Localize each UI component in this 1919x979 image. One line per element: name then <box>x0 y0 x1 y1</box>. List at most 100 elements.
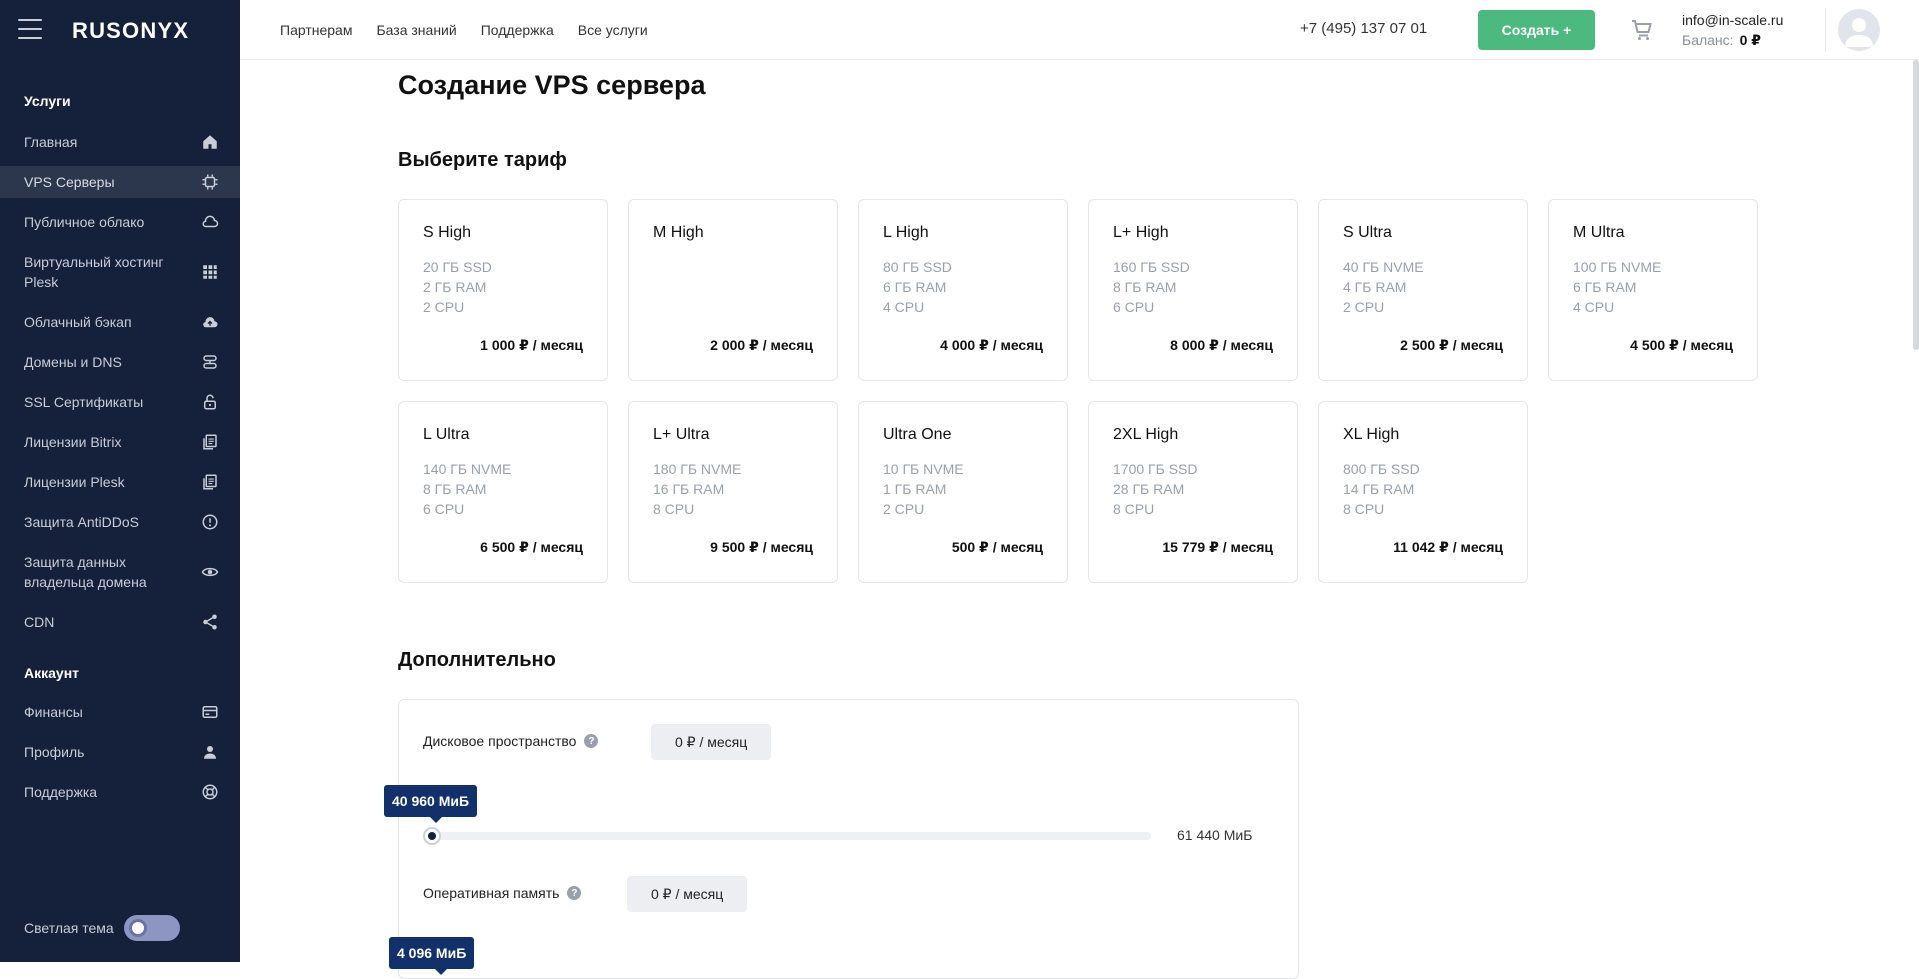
sidebar-item-label: Лицензии Plesk <box>24 474 125 490</box>
phone-number[interactable]: +7 (495) 137 07 01 <box>1300 20 1427 37</box>
tariff-spec-line: 160 ГБ SSD <box>1113 259 1190 275</box>
disk-slider-tooltip: 40 960 МиБ <box>384 785 478 823</box>
nav-all-services[interactable]: Все услуги <box>578 22 648 38</box>
tariff-name: Ultra One <box>883 426 952 443</box>
tariff-spec-line: 1 ГБ RAM <box>883 481 947 497</box>
sidebar-item-public-cloud[interactable]: Публичное облако <box>0 210 240 234</box>
tariff-spec-line: 28 ГБ RAM <box>1113 481 1185 497</box>
sidebar-item-cdn[interactable]: CDN <box>0 610 240 634</box>
extra-options-panel: Дисковое пространство ? 0 ₽ / месяц 40 9… <box>384 699 1299 979</box>
sidebar-item-label: Защита AntiDDoS <box>24 514 139 530</box>
sidebar-item-backup[interactable]: Облачный бэкап <box>0 310 240 334</box>
tariff-card[interactable]: S Ultra 40 ГБ NVME 4 ГБ RAM 2 CPU 2 500 ₽ / … <box>1318 199 1528 381</box>
tariff-spec-line: 180 ГБ NVME <box>653 461 742 477</box>
tariff-price: 4 500 ₽ / месяц <box>1630 337 1733 353</box>
tariff-spec-line: 140 ГБ NVME <box>423 461 512 477</box>
tariff-spec-line: 20 ГБ SSD <box>423 259 492 275</box>
sidebar-item-label: Публичное облако <box>24 214 145 230</box>
tariff-spec-line: 6 ГБ RAM <box>1573 279 1637 295</box>
toggle-knob <box>128 919 147 937</box>
topbar: Партнерам База знаний Поддержка Все услу… <box>240 0 1919 60</box>
sidebar-item-vps[interactable]: VPS Серверы <box>0 166 240 198</box>
sidebar-item-antiddos[interactable]: Защита AntiDDoS <box>0 510 240 534</box>
tariff-spec-line: 4 ГБ RAM <box>1343 279 1407 295</box>
avatar[interactable] <box>1838 9 1880 51</box>
grid-icon <box>200 262 220 282</box>
tariff-price: 2 500 ₽ / месяц <box>1400 337 1503 353</box>
sidebar-item-plesk[interactable]: Лицензии Plesk <box>0 470 240 494</box>
tariff-name: S High <box>423 224 472 241</box>
divider <box>1825 8 1826 52</box>
tariff-price: 2 000 ₽ / месяц <box>710 337 813 353</box>
sidebar-item-label: Главная <box>24 134 78 150</box>
license-icon <box>200 432 220 452</box>
tariff-spec-line: 8 CPU <box>1343 501 1385 517</box>
tariff-specs: 160 ГБ SSD 8 ГБ RAM 6 CPU <box>1113 257 1190 317</box>
chip-icon <box>200 172 220 192</box>
tariff-spec-line: 4 CPU <box>1573 299 1615 315</box>
tariff-specs: 140 ГБ NVME 8 ГБ RAM 6 CPU <box>423 459 511 519</box>
top-nav: Партнерам База знаний Поддержка Все услу… <box>280 0 648 60</box>
menu-icon[interactable] <box>18 19 42 39</box>
balance-label: Баланс: <box>1682 32 1734 48</box>
tariff-price: 500 ₽ / месяц <box>951 539 1043 555</box>
tariff-spec-line: 8 CPU <box>653 501 695 517</box>
tariff-name: M Ultra <box>1573 224 1625 241</box>
sidebar-item-profile[interactable]: Профиль <box>0 740 240 764</box>
help-icon[interactable]: ? <box>584 734 599 748</box>
extra-section-title: Дополнительно <box>398 649 556 671</box>
sidebar-item-bitrix[interactable]: Лицензии Bitrix <box>0 430 240 454</box>
cloud-icon <box>200 212 220 232</box>
sidebar-item-hosting[interactable]: Виртуальный хостинг Plesk <box>0 252 240 292</box>
disk-slider-max: 61 440 МиБ <box>1177 827 1253 843</box>
tariff-card[interactable]: M High 2 000 ₽ / месяц <box>628 199 838 381</box>
tariff-spec-line: 40 ГБ NVME <box>1343 259 1424 275</box>
sidebar-item-ssl[interactable]: SSL Сертификаты <box>0 390 240 414</box>
tariff-card[interactable]: L+ Ultra 180 ГБ NVME 16 ГБ RAM 8 CPU 9 500 ₽… <box>628 401 838 583</box>
sidebar-item-label: VPS Серверы <box>24 174 115 190</box>
tariff-card[interactable]: L+ High 160 ГБ SSD 8 ГБ RAM 6 CPU 8 000 ₽ / … <box>1088 199 1298 381</box>
tariff-spec-line: 80 ГБ SSD <box>883 259 952 275</box>
cart-icon[interactable] <box>1630 18 1654 42</box>
sidebar-item-domains[interactable]: Домены и DNS <box>0 350 240 374</box>
sidebar-item-label: Облачный бэкап <box>24 314 132 330</box>
theme-toggle[interactable] <box>123 915 180 941</box>
tariff-card[interactable]: XL High 800 ГБ SSD 14 ГБ RAM 8 CPU 11 042 ₽ … <box>1318 401 1528 583</box>
tariff-specs: 800 ГБ SSD 14 ГБ RAM 8 CPU <box>1343 459 1420 519</box>
disk-slider-track[interactable] <box>423 832 1151 840</box>
tariff-name: 2XL High <box>1113 426 1179 443</box>
balance-row: Баланс: 0 ₽ <box>1682 30 1783 50</box>
create-button[interactable]: Создать + <box>1478 10 1595 50</box>
sidebar-item-domain-privacy[interactable]: Защита данных владельца домена <box>0 552 240 592</box>
page-title: Создание VPS сервера <box>398 70 706 100</box>
tariff-spec-line: 14 ГБ RAM <box>1343 481 1415 497</box>
tariff-price: 4 000 ₽ / месяц <box>940 337 1043 353</box>
tariff-spec-line: 2 CPU <box>883 501 925 517</box>
tariff-spec-line: 8 ГБ RAM <box>1113 279 1177 295</box>
tariff-card[interactable]: 2XL High 1700 ГБ SSD 28 ГБ RAM 8 CPU 15 779 … <box>1088 401 1298 583</box>
page-scrollbar[interactable] <box>1913 60 1919 350</box>
sidebar-item-label: SSL Сертификаты <box>24 394 144 410</box>
tariff-card[interactable]: L Ultra 140 ГБ NVME 8 ГБ RAM 6 CPU 6 500 ₽ /… <box>398 401 608 583</box>
balance-value: 0 ₽ <box>1739 32 1761 48</box>
ram-option-label: Оперативная память ? <box>423 885 582 901</box>
tariff-card[interactable]: Ultra One 10 ГБ NVME 1 ГБ RAM 2 CPU 500 ₽ / … <box>858 401 1068 583</box>
tariff-card[interactable]: L High 80 ГБ SSD 6 ГБ RAM 4 CPU 4 000 ₽ / ме… <box>858 199 1068 381</box>
nav-partners[interactable]: Партнерам <box>280 22 352 38</box>
help-icon[interactable]: ? <box>567 886 582 900</box>
tariff-card[interactable]: M Ultra 100 ГБ NVME 6 ГБ RAM 4 CPU 4 500 ₽ /… <box>1548 199 1758 381</box>
sidebar-item-finance[interactable]: Финансы <box>0 700 240 724</box>
nav-support[interactable]: Поддержка <box>481 22 554 38</box>
tariff-price: 9 500 ₽ / месяц <box>710 539 813 555</box>
user-icon <box>200 742 220 762</box>
tariff-name: L+ Ultra <box>653 426 710 443</box>
alert-icon <box>200 512 220 532</box>
account-info[interactable]: info@in-scale.ru Баланс: 0 ₽ <box>1682 10 1783 50</box>
nav-knowledge-base[interactable]: База знаний <box>376 22 456 38</box>
sidebar-item-support[interactable]: Поддержка <box>0 780 240 804</box>
disk-slider-thumb[interactable] <box>423 827 441 845</box>
sidebar-item-home[interactable]: Главная <box>0 130 240 154</box>
tariff-name: L Ultra <box>423 426 470 443</box>
tariff-card[interactable]: S High 20 ГБ SSD 2 ГБ RAM 2 CPU 1 000 ₽ / ме… <box>398 199 608 381</box>
tariff-spec-line: 10 ГБ NVME <box>883 461 964 477</box>
